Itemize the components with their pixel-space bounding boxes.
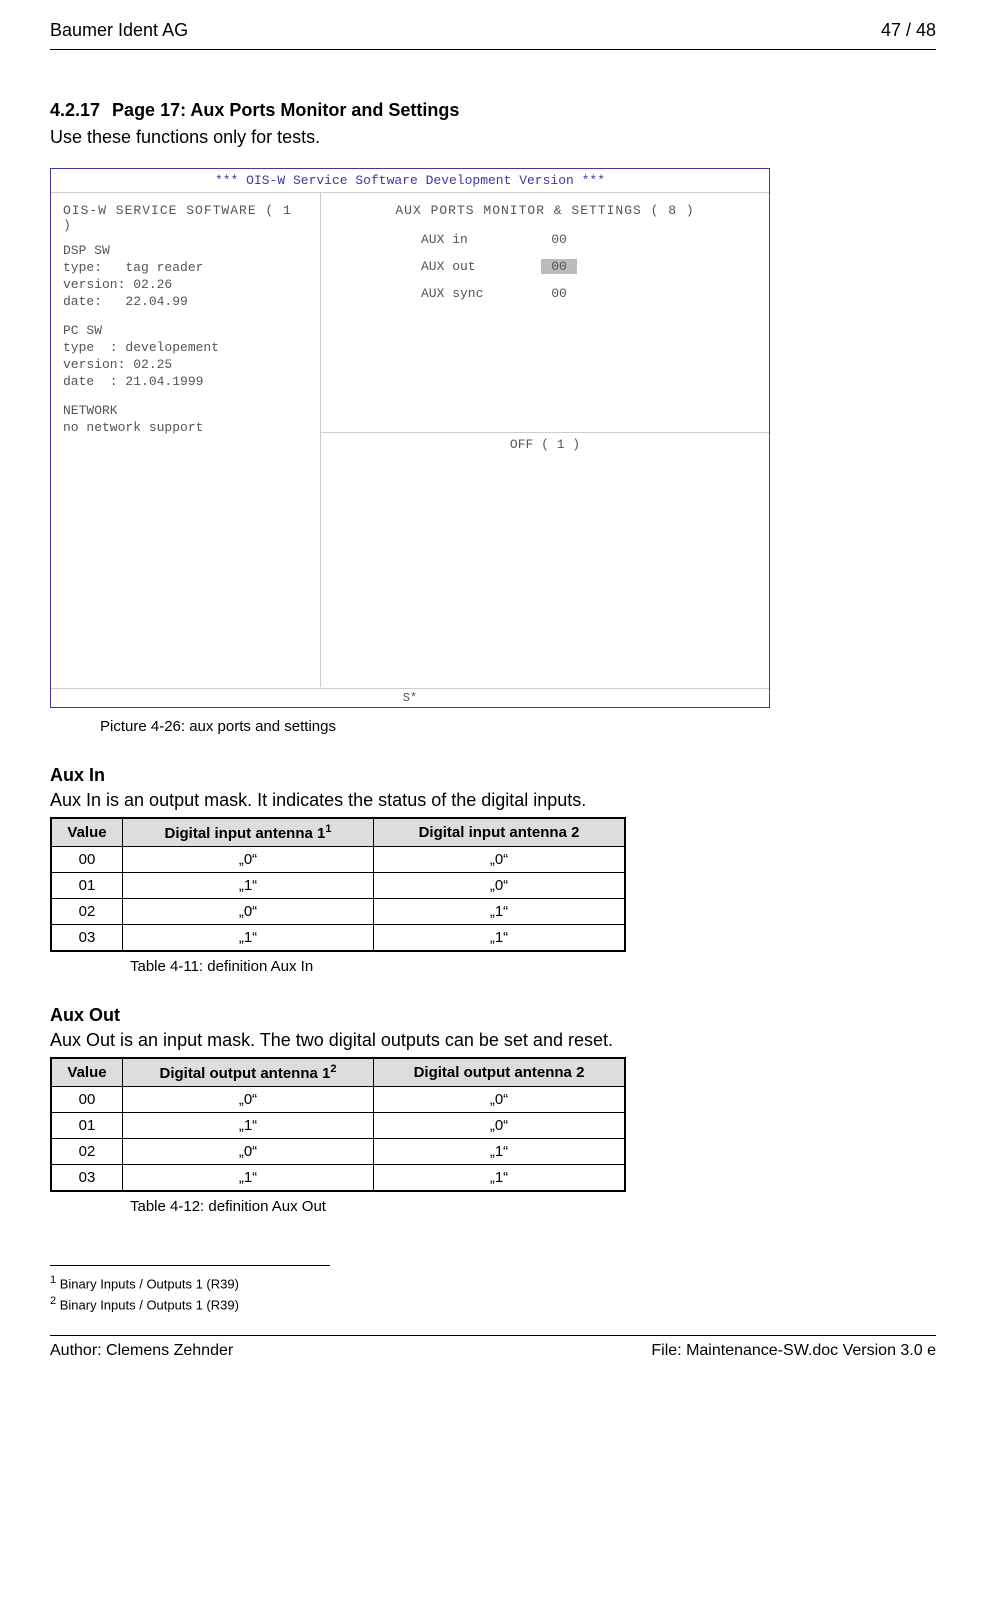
table-row: 02„0“„1“ bbox=[51, 1139, 625, 1165]
aux-out-label: AUX out bbox=[421, 259, 541, 274]
aux-out-value[interactable]: 00 bbox=[541, 259, 577, 274]
right-panel-title: AUX PORTS MONITOR & SETTINGS ( 8 ) bbox=[351, 203, 739, 218]
table-row: 01„1“„0“ bbox=[51, 1113, 625, 1139]
page-footer: Author: Clemens Zehnder File: Maintenanc… bbox=[50, 1335, 936, 1360]
software-right-top-panel: AUX PORTS MONITOR & SETTINGS ( 8 ) AUX i… bbox=[321, 193, 769, 433]
aux-out-text: Aux Out is an input mask. The two digita… bbox=[50, 1030, 936, 1051]
aux-in-text: Aux In is an output mask. It indicates t… bbox=[50, 790, 936, 811]
network-heading: NETWORK bbox=[63, 403, 308, 418]
pc-date: date : 21.04.1999 bbox=[63, 374, 308, 389]
aux-in-table: Value Digital input antenna 11 Digital i… bbox=[50, 817, 626, 952]
software-window: *** OIS-W Service Software Development V… bbox=[50, 168, 770, 708]
aux-out-table-caption: Table 4-12: definition Aux Out bbox=[130, 1198, 936, 1215]
col-value: Value bbox=[51, 818, 123, 847]
software-left-panel: OIS-W SERVICE SOFTWARE ( 1 ) DSP SW type… bbox=[51, 193, 321, 687]
dsp-date: date: 22.04.99 bbox=[63, 294, 308, 309]
footnote-2: 2 Binary Inputs / Outputs 1 (R39) bbox=[50, 1295, 936, 1312]
table-row: 03„1“„1“ bbox=[51, 1165, 625, 1192]
software-status-bar: S* bbox=[51, 688, 769, 707]
aux-in-table-caption: Table 4-11: definition Aux In bbox=[130, 958, 936, 975]
aux-in-value: 00 bbox=[541, 232, 577, 247]
table-row: 03„1“„1“ bbox=[51, 925, 625, 952]
section-intro: Use these functions only for tests. bbox=[50, 127, 936, 148]
footer-author: Author: Clemens Zehnder bbox=[50, 1342, 233, 1360]
company-name: Baumer Ident AG bbox=[50, 20, 188, 41]
off-label: OFF ( 1 ) bbox=[510, 437, 580, 452]
section-heading: 4.2.17 Page 17: Aux Ports Monitor and Set… bbox=[50, 100, 936, 121]
page-number: 47 / 48 bbox=[881, 20, 936, 41]
table-header-row: Value Digital input antenna 11 Digital i… bbox=[51, 818, 625, 847]
left-panel-title: OIS-W SERVICE SOFTWARE ( 1 ) bbox=[63, 203, 308, 233]
picture-caption: Picture 4-26: aux ports and settings bbox=[100, 718, 936, 735]
col-antenna1: Digital output antenna 12 bbox=[123, 1058, 374, 1087]
col-antenna2: Digital input antenna 2 bbox=[374, 818, 626, 847]
page-header: Baumer Ident AG 47 / 48 bbox=[50, 20, 936, 50]
footer-file: File: Maintenance-SW.doc Version 3.0 e bbox=[651, 1342, 936, 1360]
section-number: 4.2.17 bbox=[50, 100, 100, 121]
aux-in-label: AUX in bbox=[421, 232, 541, 247]
col-antenna1: Digital input antenna 11 bbox=[123, 818, 374, 847]
table-header-row: Value Digital output antenna 12 Digital … bbox=[51, 1058, 625, 1087]
table-row: 01„1“„0“ bbox=[51, 873, 625, 899]
aux-sync-label: AUX sync bbox=[421, 286, 541, 301]
aux-out-row: AUX out 00 bbox=[421, 259, 739, 274]
aux-out-heading: Aux Out bbox=[50, 1005, 936, 1026]
network-text: no network support bbox=[63, 420, 308, 435]
aux-sync-value: 00 bbox=[541, 286, 577, 301]
section-title: Page 17: Aux Ports Monitor and Settings bbox=[112, 100, 459, 120]
dsp-type: type: tag reader bbox=[63, 260, 308, 275]
dsp-version: version: 02.26 bbox=[63, 277, 308, 292]
table-row: 00„0“„0“ bbox=[51, 847, 625, 873]
aux-in-heading: Aux In bbox=[50, 765, 936, 786]
aux-in-row: AUX in 00 bbox=[421, 232, 739, 247]
col-value: Value bbox=[51, 1058, 123, 1087]
dsp-heading: DSP SW bbox=[63, 243, 308, 258]
software-right-bottom-panel: OFF ( 1 ) bbox=[321, 433, 769, 687]
table-row: 00„0“„0“ bbox=[51, 1087, 625, 1113]
pc-version: version: 02.25 bbox=[63, 357, 308, 372]
table-row: 02„0“„1“ bbox=[51, 899, 625, 925]
software-window-title: *** OIS-W Service Software Development V… bbox=[51, 169, 769, 193]
pc-heading: PC SW bbox=[63, 323, 308, 338]
aux-out-table: Value Digital output antenna 12 Digital … bbox=[50, 1057, 626, 1192]
footnote-separator bbox=[50, 1265, 330, 1266]
pc-type: type : developement bbox=[63, 340, 308, 355]
col-antenna2: Digital output antenna 2 bbox=[374, 1058, 626, 1087]
footnote-1: 1 Binary Inputs / Outputs 1 (R39) bbox=[50, 1274, 936, 1291]
aux-sync-row: AUX sync 00 bbox=[421, 286, 739, 301]
